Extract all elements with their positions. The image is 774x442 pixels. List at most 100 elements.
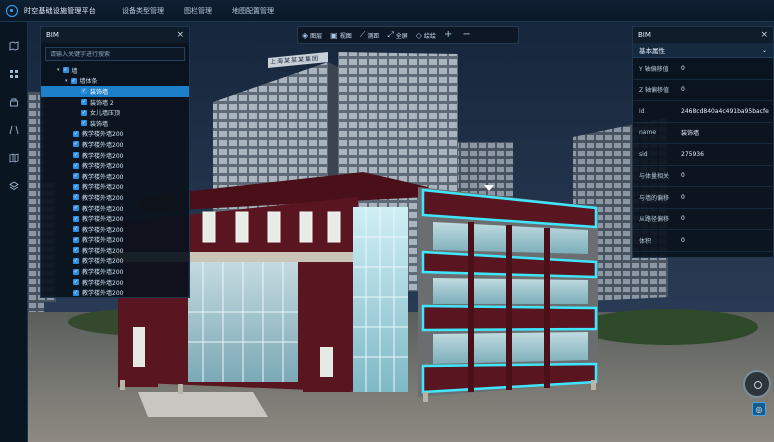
tree-item[interactable]: ▾ ✓ 墙 <box>41 65 189 76</box>
section-basic-properties[interactable]: 基本属性 ⌄ <box>633 43 773 58</box>
property-value: 0 <box>681 86 685 94</box>
tree-item-label: 教学楼外墙200 <box>82 290 124 298</box>
checkbox[interactable]: ✓ <box>73 205 79 212</box>
zoom-out-button[interactable]: − <box>462 30 470 40</box>
property-key: Y 轴偏移值 <box>639 65 669 73</box>
compass-icon[interactable] <box>743 370 771 398</box>
checkbox[interactable]: ✓ <box>81 88 87 95</box>
tree-item[interactable]: ✓ 教学楼外墙200 <box>41 235 189 246</box>
checkbox[interactable]: ✓ <box>73 183 79 190</box>
tree-item-label: 教学楼外墙200 <box>82 184 124 192</box>
tab-device-type[interactable]: 设备类型管理 <box>112 0 174 21</box>
property-key: 体积 <box>639 237 652 245</box>
panel-header: BIM × <box>633 27 773 43</box>
checkbox[interactable]: ✓ <box>62 67 69 74</box>
tree-item-label: 教学楼外墙200 <box>82 247 124 255</box>
tree-item[interactable]: ✓ 教学楼外墙200 <box>41 171 189 182</box>
tree-item-label: 墙体条 <box>79 78 98 86</box>
checkbox[interactable]: ✓ <box>73 152 79 159</box>
chevron-down-icon: ⌄ <box>761 46 767 54</box>
fullscreen-button[interactable]: ⤢ 全屏 <box>387 30 407 40</box>
checkbox[interactable]: ✓ <box>70 77 77 84</box>
main-nav: 设备类型管理 图栏管理 地图配置管理 <box>112 0 284 21</box>
book-map-icon[interactable] <box>0 144 28 172</box>
search-input[interactable] <box>50 50 180 58</box>
checkbox[interactable]: ✓ <box>73 289 79 296</box>
tree-item-label: 教学楼外墙200 <box>82 131 124 139</box>
map-icon[interactable] <box>0 32 28 60</box>
tree-item[interactable]: ✓ 装饰墙 2 <box>41 97 189 108</box>
checkbox[interactable]: ✓ <box>73 130 79 137</box>
checkbox[interactable]: ✓ <box>73 215 79 222</box>
layers-button[interactable]: ◈ 图层 <box>302 31 322 40</box>
tree-item-label: 教学楼外墙200 <box>82 258 124 266</box>
measure-button[interactable]: ⟋ 测距 <box>360 30 380 40</box>
tree-item-label: 教学楼外墙200 <box>82 279 124 287</box>
tree-item[interactable]: ✓ 教学楼外墙200 <box>41 256 189 267</box>
tree-item[interactable]: ✓ 教学楼外墙200 <box>41 129 189 140</box>
tree-item[interactable]: ✓ 教学楼外墙200 <box>41 160 189 171</box>
route-icon[interactable] <box>0 116 28 144</box>
component-tree: ▾ ✓ 墙 ▾ ✓ 墙体条 ✓ 装饰墙 ✓ 装饰墙 2 ✓ 女儿墙压顶 ✓ 装饰墙 ✓ 教学楼外墙200 ✓ 教学… <box>41 65 189 298</box>
tree-item-label: 教学楼外墙200 <box>82 194 124 202</box>
bim-properties-panel: BIM × 基本属性 ⌄ Y 轴偏移值 0 Z 轴偏移值 0 id 2468cd840a4… <box>632 26 774 258</box>
tree-item[interactable]: ✓ 教学楼外墙200 <box>41 224 189 235</box>
close-icon[interactable]: × <box>760 30 768 40</box>
tree-item[interactable]: ✓ 教学楼外墙200 <box>41 150 189 161</box>
app-title: 时空基础设施管理平台 <box>24 6 96 15</box>
draw-button[interactable]: ◇ 绘绘 <box>416 31 436 40</box>
property-value: 0 <box>681 64 685 72</box>
tab-legend[interactable]: 图栏管理 <box>174 0 222 21</box>
checkbox[interactable]: ✓ <box>81 120 87 127</box>
expand-icon: ⤢ <box>387 30 394 39</box>
property-key: Z 轴偏移值 <box>639 87 670 95</box>
checkbox[interactable]: ✓ <box>73 162 79 169</box>
tree-item[interactable]: ▾ ✓ 墙体条 <box>41 76 189 87</box>
checkbox[interactable]: ✓ <box>73 236 79 243</box>
property-key: sid <box>639 150 648 158</box>
checkbox[interactable]: ✓ <box>73 247 79 254</box>
tree-item[interactable]: ✓ 装饰墙 <box>41 118 189 129</box>
tree-item[interactable]: ✓ 教学楼外墙200 <box>41 192 189 203</box>
layers-icon: ◈ <box>302 30 309 40</box>
property-value: 2468cd840a4c491ba95bacfe <box>681 107 769 115</box>
app-logo-icon <box>6 4 18 17</box>
tree-item[interactable]: ✓ 装饰墙 <box>41 86 189 97</box>
tree-item[interactable]: ✓ 教学楼外墙200 <box>41 287 189 298</box>
checkbox[interactable]: ✓ <box>81 99 87 106</box>
view-button[interactable]: ▣ 视图 <box>330 31 352 40</box>
checkbox[interactable]: ✓ <box>73 194 79 201</box>
property-row: 从路径偏移 0 <box>633 209 773 230</box>
ruler-icon: ⟋ <box>359 30 366 39</box>
checkbox[interactable]: ✓ <box>73 141 79 148</box>
tree-item-label: 女儿墙压顶 <box>90 110 121 118</box>
stack-icon[interactable] <box>0 172 28 200</box>
tree-item[interactable]: ✓ 教学楼外墙200 <box>41 139 189 150</box>
tab-map-config[interactable]: 地图配置管理 <box>222 0 284 21</box>
tree-item-label: 装饰墙 <box>90 88 109 96</box>
expand-arrow-icon[interactable]: ▾ <box>57 67 60 73</box>
tree-item[interactable]: ✓ 教学楼外墙200 <box>41 266 189 277</box>
checkbox[interactable]: ✓ <box>73 226 79 233</box>
checkbox[interactable]: ✓ <box>73 257 79 264</box>
property-value: 0 <box>681 236 685 244</box>
tree-item[interactable]: ✓ 教学楼外墙200 <box>41 213 189 224</box>
tree-item[interactable]: ✓ 教学楼外墙200 <box>41 245 189 256</box>
close-icon[interactable]: × <box>176 30 184 40</box>
layers-stack-icon[interactable] <box>0 88 28 116</box>
tree-item[interactable]: ✓ 教学楼外墙200 <box>41 203 189 214</box>
checkbox[interactable]: ✓ <box>81 109 87 116</box>
locate-icon[interactable]: ◎ <box>752 402 766 416</box>
property-list: Y 轴偏移值 0 Z 轴偏移值 0 id 2468cd840a4c491ba95bacfe… <box>633 58 773 252</box>
tree-item[interactable]: ✓ 教学楼外墙200 <box>41 182 189 193</box>
expand-arrow-icon[interactable]: ▾ <box>65 78 68 84</box>
grid-icon[interactable] <box>0 60 28 88</box>
diamond-icon: ◇ <box>415 30 422 40</box>
tree-item[interactable]: ✓ 女儿墙压顶 <box>41 107 189 118</box>
checkbox[interactable]: ✓ <box>73 279 79 286</box>
zoom-in-button[interactable]: + <box>444 30 452 40</box>
checkbox[interactable]: ✓ <box>73 268 79 275</box>
tree-item[interactable]: ✓ 教学楼外墙200 <box>41 277 189 288</box>
tree-item-label: 墙 <box>71 67 78 75</box>
checkbox[interactable]: ✓ <box>73 173 79 180</box>
